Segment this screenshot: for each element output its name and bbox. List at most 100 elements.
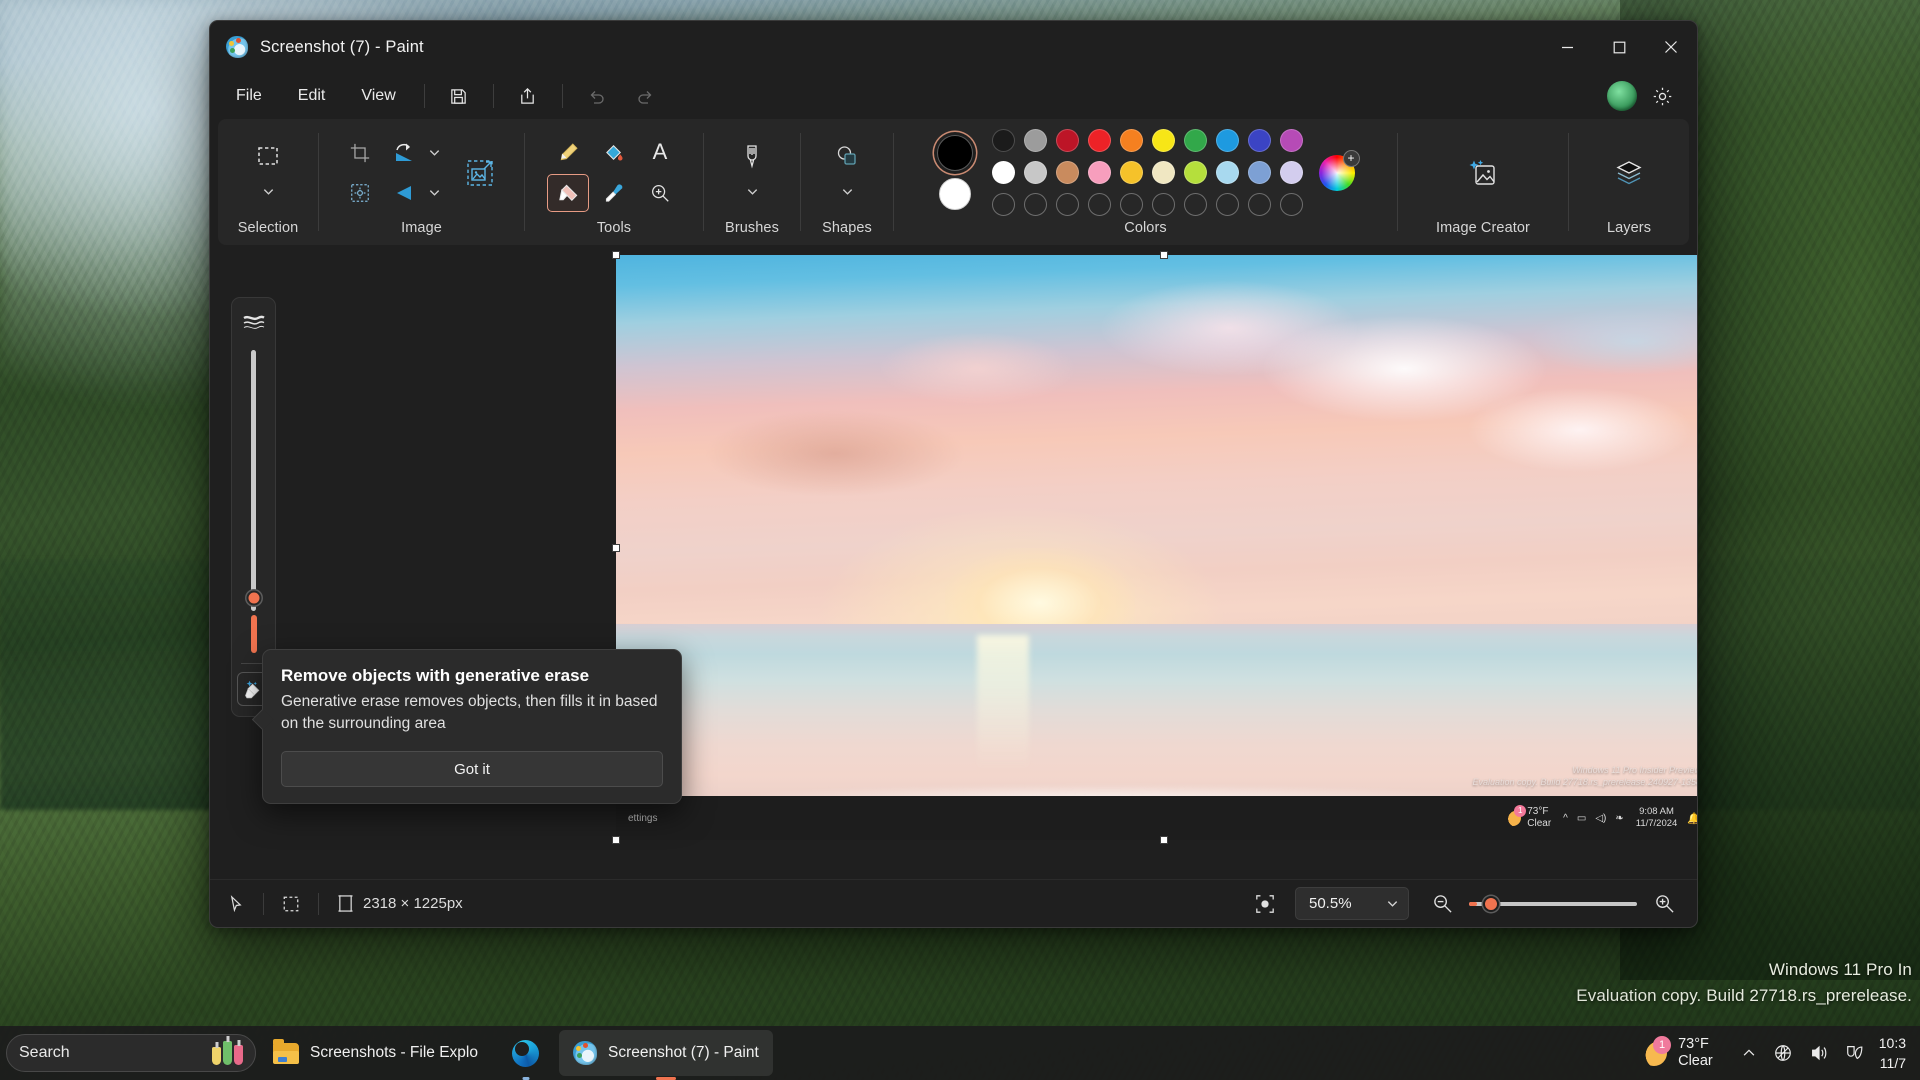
color-swatch-row2-9[interactable] (1280, 161, 1303, 184)
shapes-icon[interactable] (826, 137, 868, 175)
color-swatch-empty-2[interactable] (1056, 193, 1079, 216)
color-swatch-empty-0[interactable] (992, 193, 1015, 216)
zoom-slider-thumb[interactable] (1483, 895, 1499, 912)
brush-size-slider[interactable] (246, 350, 261, 611)
save-icon[interactable] (439, 79, 479, 113)
photo-watermark-line-2: Evaluation copy. Build 27718.rs_prerelea… (1472, 776, 1698, 787)
rotate-chevron-down-icon[interactable] (425, 136, 445, 170)
image-dimensions: 2318 × 1225px (363, 895, 463, 912)
chevron-up-icon[interactable] (1741, 1045, 1757, 1061)
close-icon[interactable] (1645, 21, 1697, 73)
generative-erase-callout: Remove objects with generative erase Gen… (262, 649, 682, 805)
color-swatch-empty-1[interactable] (1024, 193, 1047, 216)
zoom-slider[interactable] (1469, 895, 1637, 912)
shapes-chevron-down-icon[interactable] (837, 175, 857, 209)
color-swatch-empty-4[interactable] (1120, 193, 1143, 216)
got-it-button[interactable]: Got it (281, 751, 663, 788)
crop-icon[interactable] (339, 134, 381, 172)
eraser-icon[interactable] (547, 174, 589, 212)
image-creator-icon[interactable] (1457, 150, 1509, 196)
color-swatch-row2-1[interactable] (1024, 161, 1047, 184)
rectangle-select-icon[interactable] (247, 137, 289, 175)
rotate-icon[interactable] (383, 134, 425, 172)
menu-edit[interactable]: Edit (282, 80, 342, 112)
magnifier-tool-icon[interactable] (639, 174, 681, 212)
ribbon-group-image-creator: Image Creator (1398, 119, 1568, 245)
color-swatch-empty-9[interactable] (1280, 193, 1303, 216)
taskbar-clock[interactable]: 10:3 11/7 (1879, 1033, 1916, 1074)
secondary-color-swatch[interactable] (938, 178, 971, 210)
window-title: Screenshot (7) - Paint (260, 37, 424, 56)
color-swatch-row1-7[interactable] (1216, 129, 1239, 152)
resize-skew-icon[interactable] (339, 174, 381, 212)
brush-size-slider-thumb[interactable] (246, 590, 261, 606)
maximize-icon[interactable] (1593, 21, 1645, 73)
brushes-icon[interactable] (731, 137, 773, 175)
settings-gear-icon[interactable] (1643, 79, 1681, 113)
color-swatch-row1-9[interactable] (1280, 129, 1303, 152)
taskbar-item-paint[interactable]: Screenshot (7) - Paint (559, 1030, 773, 1076)
custom-color-wheel-icon[interactable]: + (1318, 149, 1360, 191)
color-swatch-row1-3[interactable] (1088, 129, 1111, 152)
taskbar-weather[interactable]: 1 73°F Clear (1627, 1036, 1727, 1071)
search-input[interactable]: Search (6, 1034, 256, 1072)
color-swatch-row1-8[interactable] (1248, 129, 1271, 152)
menu-file[interactable]: File (220, 80, 278, 112)
leaf-eco-icon[interactable] (1845, 1043, 1865, 1063)
color-swatch-row2-8[interactable] (1248, 161, 1271, 184)
copilot-icon[interactable] (1607, 81, 1637, 111)
network-offline-icon[interactable] (1773, 1043, 1793, 1063)
selection-handle-tl[interactable] (612, 251, 620, 259)
color-swatch-row2-3[interactable] (1088, 161, 1111, 184)
primary-color-swatch[interactable] (936, 135, 973, 171)
zoom-out-icon[interactable] (1425, 887, 1459, 921)
undo-icon[interactable] (577, 79, 617, 113)
color-swatch-row2-2[interactable] (1056, 161, 1079, 184)
color-swatch-row1-6[interactable] (1184, 129, 1207, 152)
selection-chevron-down-icon[interactable] (258, 175, 278, 209)
zoom-level-select[interactable]: 50.5% (1295, 887, 1409, 920)
color-swatch-row1-4[interactable] (1120, 129, 1143, 152)
taskbar-item-file-explorer[interactable]: Screenshots - File Explo (259, 1030, 492, 1076)
fit-to-window-icon[interactable] (1245, 886, 1285, 922)
menu-view[interactable]: View (345, 80, 411, 112)
status-zoom-controls: 50.5% (1245, 886, 1697, 922)
color-swatch-empty-5[interactable] (1152, 193, 1175, 216)
color-swatch-row1-5[interactable] (1152, 129, 1175, 152)
add-color-plus-icon[interactable]: + (1342, 149, 1360, 167)
image-canvas[interactable]: Windows 11 Pro Insider Preview Evaluatio… (612, 251, 1698, 844)
brushes-chevron-down-icon[interactable] (742, 175, 762, 209)
flip-icon[interactable] (383, 174, 425, 212)
share-icon[interactable] (508, 79, 548, 113)
eyedropper-icon[interactable] (593, 174, 635, 212)
minimize-icon[interactable] (1541, 21, 1593, 73)
color-swatch-row1-0[interactable] (992, 129, 1015, 152)
volume-icon[interactable] (1809, 1043, 1829, 1063)
fill-bucket-icon[interactable] (593, 133, 635, 171)
redo-icon[interactable] (625, 79, 665, 113)
text-icon[interactable]: A (639, 133, 681, 171)
canvas-area[interactable]: Windows 11 Pro Insider Preview Evaluatio… (210, 245, 1697, 879)
flip-chevron-down-icon[interactable] (425, 176, 445, 210)
color-swatch-row1-1[interactable] (1024, 129, 1047, 152)
zoom-in-icon[interactable] (1647, 887, 1681, 921)
layers-icon[interactable] (1603, 150, 1655, 196)
color-swatch-row1-2[interactable] (1056, 129, 1079, 152)
color-swatch-row2-6[interactable] (1184, 161, 1207, 184)
selection-handle-tc[interactable] (1159, 251, 1168, 259)
color-swatch-row2-5[interactable] (1152, 161, 1175, 184)
color-swatch-row2-0[interactable] (992, 161, 1015, 184)
selection-handle-bc[interactable] (1159, 836, 1168, 844)
taskbar-item-edge[interactable] (498, 1030, 553, 1076)
selection-handle-bl[interactable] (612, 836, 620, 844)
color-swatch-empty-8[interactable] (1248, 193, 1271, 216)
pencil-icon[interactable] (547, 133, 589, 171)
color-swatch-row2-7[interactable] (1216, 161, 1239, 184)
remove-background-icon[interactable] (455, 150, 505, 196)
color-swatch-row2-4[interactable] (1120, 161, 1143, 184)
canvas-photo[interactable]: Windows 11 Pro Insider Preview Evaluatio… (616, 255, 1698, 840)
selection-handle-ml[interactable] (612, 543, 620, 552)
color-swatch-empty-7[interactable] (1216, 193, 1239, 216)
color-swatch-empty-3[interactable] (1088, 193, 1111, 216)
color-swatch-empty-6[interactable] (1184, 193, 1207, 216)
